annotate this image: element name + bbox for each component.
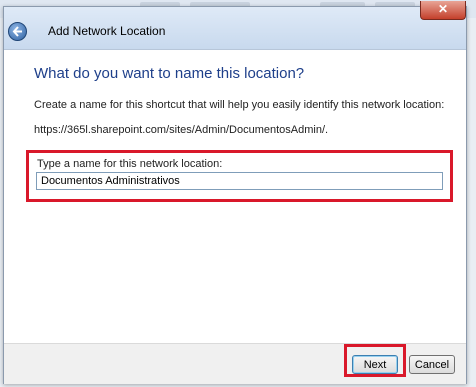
cancel-button[interactable]: Cancel <box>409 355 455 374</box>
back-button[interactable] <box>8 22 27 41</box>
next-button[interactable]: Next <box>352 355 398 374</box>
title-bar: Add Network Location ✕ <box>4 1 466 50</box>
name-field-label: Type a name for this network location: <box>37 158 223 170</box>
page-heading: What do you want to name this location? <box>34 65 305 82</box>
location-name-input[interactable] <box>36 172 443 190</box>
close-button[interactable]: ✕ <box>420 1 466 20</box>
name-field-highlight: Type a name for this network location: <box>26 150 453 202</box>
description-text: Create a name for this shortcut that wil… <box>34 99 445 111</box>
window-title: Add Network Location <box>48 24 166 38</box>
add-network-location-dialog: Add Network Location ✕ What do you want … <box>3 1 467 384</box>
back-arrow-icon <box>12 26 22 37</box>
network-location-url: https://365l.sharepoint.com/sites/Admin/… <box>34 124 329 136</box>
close-icon: ✕ <box>437 2 449 16</box>
